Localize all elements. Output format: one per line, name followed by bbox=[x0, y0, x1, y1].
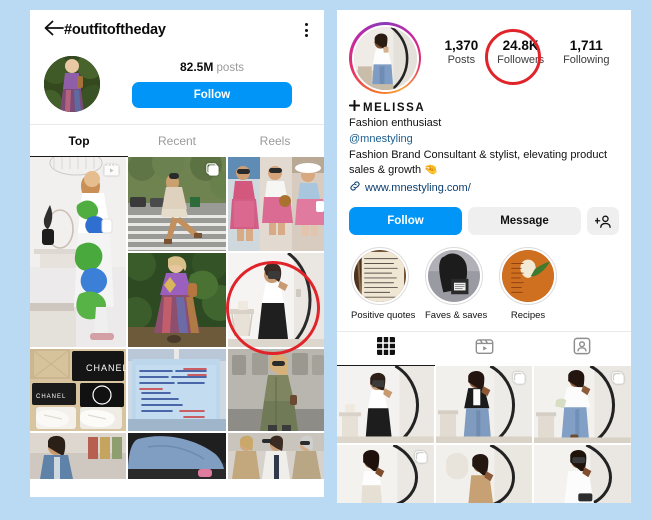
tab-grid[interactable] bbox=[337, 332, 435, 367]
explore-row-1 bbox=[30, 157, 324, 347]
highlight-faves-saves[interactable]: Faves & saves bbox=[425, 247, 488, 322]
follow-button[interactable]: Follow bbox=[132, 82, 292, 108]
tab-reels[interactable] bbox=[435, 332, 533, 366]
hashtag-summary: 82.5M posts Follow bbox=[30, 50, 324, 124]
pinch-emoji: 🤏 bbox=[424, 164, 438, 177]
avatar-story-ring[interactable] bbox=[349, 22, 421, 94]
explore-row-3: CHANEL CHANEL bbox=[30, 349, 324, 431]
post-white-oversized-shirt[interactable] bbox=[534, 445, 631, 503]
reels-icon bbox=[103, 162, 120, 184]
stat-posts-value: 1,370 bbox=[444, 38, 479, 53]
hashtag-avatar[interactable] bbox=[44, 56, 100, 112]
profile-tabs bbox=[337, 331, 631, 367]
profile-website[interactable]: www.mnestyling.com/ bbox=[349, 180, 619, 198]
stat-followers[interactable]: 24.8K Followers bbox=[485, 29, 545, 85]
add-person-icon[interactable] bbox=[587, 207, 619, 236]
post-black-blazer-wide-jeans[interactable] bbox=[435, 366, 533, 444]
highlight-recipes[interactable]: Recipes bbox=[499, 247, 557, 321]
explore-row-4 bbox=[30, 433, 324, 479]
stat-following[interactable]: 1,711 Following bbox=[563, 38, 609, 66]
tab-top[interactable]: Top bbox=[30, 125, 128, 157]
profile-stats: 1,370 Posts 24.8K Followers 1,711 Follow… bbox=[435, 22, 619, 85]
profile-handle[interactable]: @mnestyling bbox=[349, 132, 619, 148]
svg-text:CHANEL: CHANEL bbox=[86, 363, 126, 373]
explore-grid: CHANEL CHANEL bbox=[30, 157, 324, 479]
back-arrow-icon[interactable] bbox=[44, 20, 64, 41]
tall-post-green-floral-dress[interactable] bbox=[30, 157, 126, 347]
message-button[interactable]: Message bbox=[468, 207, 581, 236]
hashtag-header: #outfitoftheday bbox=[30, 10, 324, 50]
tagged-icon bbox=[573, 337, 591, 360]
page-title: #outfitoftheday bbox=[64, 22, 166, 38]
follow-button[interactable]: Follow bbox=[349, 207, 462, 236]
stat-following-value: 1,711 bbox=[569, 38, 603, 53]
profile-display-name: MELISSA bbox=[348, 99, 619, 116]
post-white-shirt-blue-jeans[interactable] bbox=[534, 366, 631, 444]
post-khaki-jumpsuit-street[interactable] bbox=[228, 349, 324, 431]
post-camel-coat-mirror[interactable] bbox=[435, 445, 533, 503]
post-beige-dress-crosswalk[interactable] bbox=[128, 157, 226, 251]
hashtag-tabs: Top Recent Reels bbox=[30, 124, 324, 157]
profile-description: Fashion Brand Consultant & stylist, elev… bbox=[349, 148, 608, 177]
stat-followers-value: 24.8K bbox=[502, 38, 539, 53]
highlight-label: Positive quotes bbox=[351, 310, 416, 322]
more-options-icon[interactable] bbox=[301, 19, 312, 41]
profile-header: 1,370 Posts 24.8K Followers 1,711 Follow… bbox=[337, 10, 631, 94]
profile-category: Fashion enthusiast bbox=[349, 117, 442, 130]
post-white-top-mirror-selfie[interactable] bbox=[228, 253, 324, 347]
profile-screen: 1,370 Posts 24.8K Followers 1,711 Follow… bbox=[337, 10, 631, 503]
post-white-strapless-top[interactable] bbox=[337, 445, 434, 503]
hashtag-screen: #outfitoftheday 82.5M posts Follow Top R… bbox=[30, 10, 324, 497]
stat-posts-label: Posts bbox=[447, 54, 476, 66]
profile-actions: Follow Message bbox=[337, 197, 631, 236]
post-purple-jacket-garden[interactable] bbox=[128, 253, 226, 347]
post-count: 82.5M posts bbox=[179, 60, 245, 74]
post-pink-skirt-trio[interactable] bbox=[228, 157, 324, 251]
tab-recent[interactable]: Recent bbox=[128, 125, 226, 157]
carousel-icon bbox=[205, 162, 220, 182]
highlight-positive-quotes[interactable]: Positive quotes bbox=[351, 247, 416, 322]
post-jeans-closeup[interactable] bbox=[128, 433, 226, 479]
tab-reels[interactable]: Reels bbox=[226, 125, 324, 157]
profile-bio: MELISSA Fashion enthusiast @mnestyling F… bbox=[337, 94, 631, 197]
svg-text:CHANEL: CHANEL bbox=[36, 394, 66, 400]
highlight-label: Faves & saves bbox=[425, 310, 488, 322]
post-protest-sign-banner[interactable] bbox=[128, 349, 226, 431]
stat-following-label: Following bbox=[563, 54, 610, 66]
carousel-icon bbox=[414, 450, 428, 469]
plus-badge-icon bbox=[348, 99, 361, 116]
post-trench-coat-trio[interactable] bbox=[228, 433, 324, 479]
stat-followers-label: Followers bbox=[497, 54, 545, 66]
carousel-icon bbox=[611, 371, 625, 390]
screenshot-stage: #outfitoftheday 82.5M posts Follow Top R… bbox=[0, 0, 651, 520]
post-white-tank-black-trousers[interactable] bbox=[337, 366, 434, 444]
highlight-label: Recipes bbox=[510, 310, 546, 322]
story-highlights: Positive quotes Faves & saves Recipes bbox=[337, 235, 631, 327]
stat-posts[interactable]: 1,370 Posts bbox=[444, 38, 478, 66]
profile-post-grid bbox=[337, 366, 631, 503]
grid-icon bbox=[377, 337, 395, 360]
tab-tagged[interactable] bbox=[533, 332, 631, 366]
post-denim-jacket-store[interactable] bbox=[30, 433, 126, 479]
reels-icon bbox=[475, 337, 494, 360]
link-icon bbox=[349, 180, 361, 198]
post-chanel-shoes-boxes[interactable]: CHANEL CHANEL bbox=[30, 349, 126, 431]
profile-avatar-mirror-selfie[interactable] bbox=[353, 26, 417, 90]
carousel-icon bbox=[512, 371, 526, 390]
